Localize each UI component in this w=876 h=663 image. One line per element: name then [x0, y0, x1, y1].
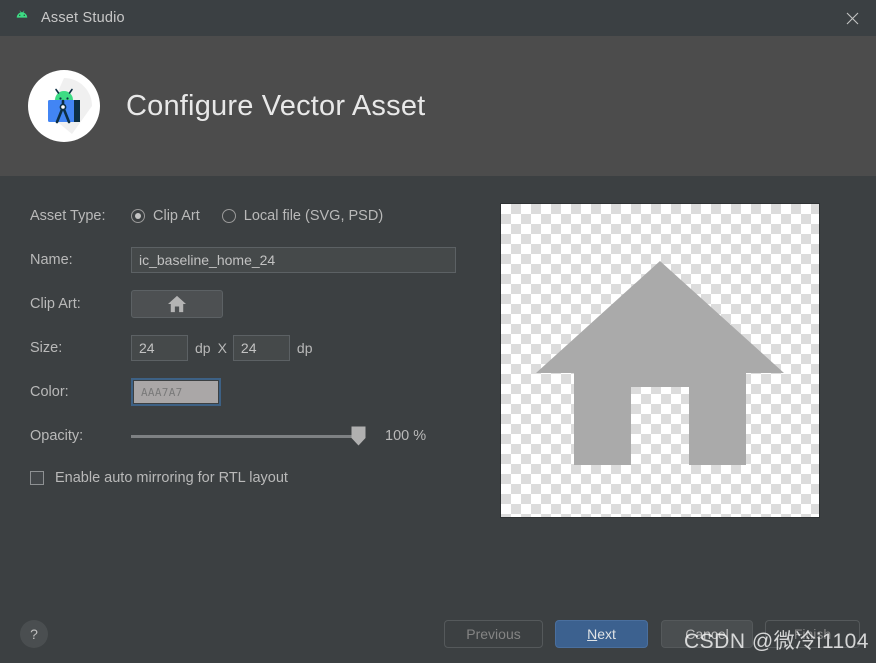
opacity-label: Opacity: — [30, 428, 84, 444]
close-icon — [846, 12, 858, 24]
clip-art-label: Clip Art: — [30, 296, 81, 312]
size-width-value: 24 — [139, 340, 155, 356]
help-icon: ? — [30, 626, 38, 642]
dialog-header: Configure Vector Asset — [0, 36, 876, 176]
color-label: Color: — [30, 384, 69, 400]
previous-button[interactable]: Previous — [444, 620, 543, 648]
radio-clip-art[interactable]: Clip Art — [131, 208, 200, 224]
size-label: Size: — [30, 340, 63, 356]
rtl-mirroring-checkbox[interactable] — [30, 471, 44, 485]
name-label: Name: — [30, 252, 73, 268]
size-height-input[interactable]: 24 — [232, 335, 290, 361]
android-robot-icon — [16, 10, 28, 18]
radio-clip-art-indicator — [131, 209, 145, 223]
color-picker-button[interactable]: AAA7A7 — [131, 378, 221, 406]
previous-button-label: Previous — [466, 626, 521, 642]
close-button[interactable] — [828, 0, 876, 36]
clip-art-picker-button[interactable] — [131, 290, 223, 318]
vector-asset-form: Asset Type: Clip Art Local file (SVG, PS… — [30, 202, 470, 490]
size-width-unit: dp — [195, 340, 211, 356]
home-icon — [536, 260, 784, 465]
opacity-value: 100 % — [385, 428, 427, 444]
size-row: Size: 24 dp X 24 dp — [30, 334, 470, 362]
color-swatch: AAA7A7 — [134, 381, 218, 403]
window-titlebar: Asset Studio — [0, 0, 876, 36]
radio-local-file-indicator — [221, 209, 236, 223]
window-title: Asset Studio — [41, 10, 125, 26]
radio-clip-art-label: Clip Art — [153, 208, 200, 224]
page-title: Configure Vector Asset — [126, 89, 426, 122]
help-button[interactable]: ? — [20, 620, 48, 648]
size-height-unit: dp — [296, 340, 313, 356]
radio-local-file-label: Local file (SVG, PSD) — [243, 208, 384, 224]
opacity-slider-track — [131, 434, 359, 438]
opacity-slider[interactable] — [131, 426, 366, 446]
color-row: Color: AAA7A7 — [30, 378, 470, 406]
asset-studio-dialog: Asset Studio Configure Vector Asset Asse… — [0, 0, 876, 663]
opacity-row: Opacity: 100 % — [30, 422, 470, 450]
asset-type-label: Asset Type: — [30, 208, 106, 224]
name-input-value: ic_baseline_home_24 — [139, 252, 276, 268]
name-input[interactable]: ic_baseline_home_24 — [131, 247, 456, 273]
rtl-mirroring-row[interactable]: Enable auto mirroring for RTL layout — [30, 466, 470, 490]
opacity-slider-thumb[interactable] — [351, 426, 366, 446]
next-button-label: Next — [587, 626, 616, 642]
size-separator: X — [217, 340, 227, 356]
asset-type-row: Asset Type: Clip Art Local file (SVG, PS… — [30, 202, 470, 230]
home-icon — [168, 295, 186, 313]
rtl-mirroring-label: Enable auto mirroring for RTL layout — [55, 470, 288, 486]
dialog-body: Asset Type: Clip Art Local file (SVG, PS… — [0, 176, 876, 598]
name-row: Name: ic_baseline_home_24 — [30, 246, 470, 274]
clip-art-row: Clip Art: — [30, 290, 470, 318]
radio-local-file[interactable]: Local file (SVG, PSD) — [221, 208, 384, 224]
color-value: AAA7A7 — [141, 385, 183, 399]
size-width-input[interactable]: 24 — [131, 335, 188, 361]
size-height-value: 24 — [240, 340, 257, 356]
watermark: CSDN @微冷i1104 — [684, 630, 869, 653]
android-studio-logo — [28, 70, 100, 142]
asset-preview — [500, 203, 820, 518]
next-button[interactable]: Next — [555, 620, 648, 648]
